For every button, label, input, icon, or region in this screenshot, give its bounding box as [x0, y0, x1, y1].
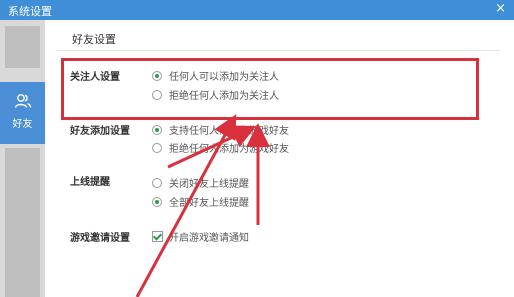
- checkbox-label: 开启游戏邀请通知: [169, 233, 249, 244]
- checkbox-option[interactable]: 开启游戏邀请通知: [152, 229, 249, 244]
- radio-option-label: 支持任何人添加为游戏好友: [169, 126, 289, 137]
- sidebar-item-top[interactable]: [0, 20, 45, 82]
- radio-button[interactable]: [152, 197, 162, 207]
- radio-button[interactable]: [152, 125, 162, 135]
- checkbox[interactable]: [152, 231, 163, 242]
- radio-option-label: 全部好友上线提醒: [169, 198, 249, 209]
- sidebar-item-friends[interactable]: 好友: [0, 82, 45, 144]
- radio-button[interactable]: [152, 178, 162, 188]
- sidebar-item-label: 好友: [12, 119, 33, 130]
- sidebar-item-placeholder: [5, 26, 40, 68]
- radio-option[interactable]: 支持任何人添加为游戏好友: [152, 122, 289, 137]
- radio-option-label: 拒绝任何人添加为游戏好友: [169, 144, 289, 155]
- section-title: 好友设置: [72, 33, 116, 46]
- window-title: 系统设置: [8, 5, 52, 18]
- annotation-highlight-box: [61, 58, 479, 120]
- radio-option[interactable]: 关闭好友上线提醒: [152, 175, 249, 190]
- group-label-game-invite: 游戏邀请设置: [70, 233, 130, 244]
- radio-option-label: 关闭好友上线提醒: [169, 179, 249, 190]
- close-icon[interactable]: ×: [495, 1, 506, 16]
- settings-content: 好友设置 关注人设置 任何人可以添加为关注人 拒绝任何人添加为关注人 好友添加设…: [45, 20, 514, 297]
- radio-option[interactable]: 拒绝任何人添加为游戏好友: [152, 140, 289, 155]
- sidebar-item-placeholder-2[interactable]: [5, 148, 40, 297]
- radio-button[interactable]: [152, 143, 162, 153]
- sidebar: 好友: [0, 20, 45, 297]
- radio-option[interactable]: 全部好友上线提醒: [152, 194, 249, 209]
- divider: [56, 50, 500, 51]
- title-bar: 系统设置 ×: [0, 0, 514, 20]
- group-label-friend-add: 好友添加设置: [70, 126, 130, 137]
- group-label-online-alert: 上线提醒: [70, 177, 110, 188]
- friends-icon: [14, 94, 32, 108]
